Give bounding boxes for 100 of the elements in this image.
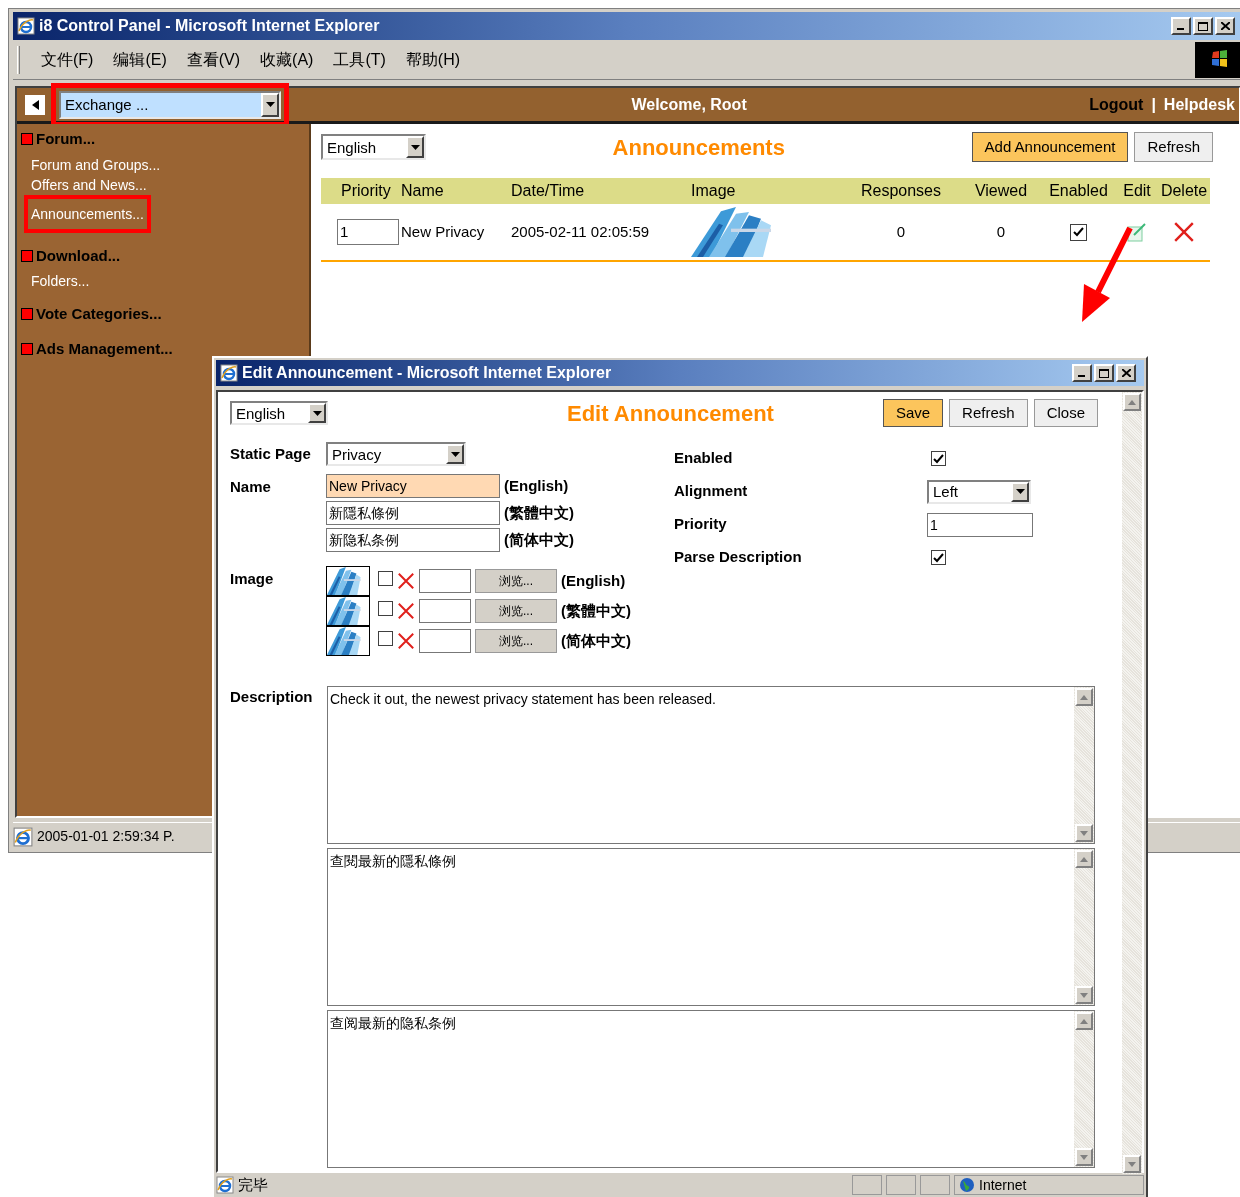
file-field[interactable] xyxy=(419,569,471,593)
section-heading[interactable]: Forum... xyxy=(36,128,96,151)
sidebar-link[interactable]: Offers and News... xyxy=(31,174,147,195)
alignment-select[interactable]: Left xyxy=(927,479,1031,504)
language-label: (English) xyxy=(504,475,569,496)
sidebar-link[interactable]: Announcements... xyxy=(24,194,151,233)
minimize-button[interactable] xyxy=(1072,364,1092,382)
status-text: 2005-01-01 2:59:34 P. xyxy=(37,827,175,846)
helpdesk-link[interactable]: Helpdesk xyxy=(1163,92,1239,117)
description-field[interactable]: 查阅最新的隐私条例 xyxy=(327,1010,1095,1168)
browser-icon xyxy=(216,1176,234,1194)
browser-icon xyxy=(13,826,33,847)
sidebar-link[interactable]: Folders... xyxy=(31,271,90,291)
static-page-select[interactable]: Privacy xyxy=(326,442,466,466)
collapse-button[interactable] xyxy=(25,94,45,115)
dialog-button[interactable]: Close xyxy=(1033,399,1098,427)
dialog-button[interactable]: Refresh xyxy=(949,399,1028,427)
down-arrow-icon xyxy=(1128,1161,1136,1167)
checkbox[interactable] xyxy=(378,571,393,586)
arrow-left-icon xyxy=(31,99,39,110)
up-arrow-icon xyxy=(1128,399,1136,405)
scroll-up-button[interactable] xyxy=(1075,1012,1093,1030)
zone-text: Internet xyxy=(979,1175,1027,1195)
section-heading[interactable]: Ads Management... xyxy=(36,337,173,360)
priority-field[interactable]: 1 xyxy=(337,219,399,245)
language-select[interactable]: English xyxy=(230,401,328,425)
menu-item[interactable]: 编辑(E) xyxy=(108,47,172,72)
close-button[interactable] xyxy=(1215,17,1235,35)
checkbox[interactable] xyxy=(378,601,393,616)
up-arrow-icon xyxy=(1080,856,1088,862)
scroll-up-button[interactable] xyxy=(1123,393,1141,411)
section-heading[interactable]: Download... xyxy=(36,244,121,267)
toolbar-button[interactable]: Refresh xyxy=(1134,132,1213,162)
scrollbar[interactable] xyxy=(1122,392,1142,1174)
field-label: Name xyxy=(230,477,272,497)
file-field[interactable] xyxy=(419,629,471,653)
menu-item[interactable]: 查看(V) xyxy=(181,47,246,72)
logout-link[interactable]: Logout xyxy=(1089,92,1144,117)
window-title: Edit Announcement - Microsoft Internet Explorer xyxy=(242,363,613,383)
checkbox[interactable] xyxy=(931,550,946,565)
checkbox[interactable] xyxy=(378,631,393,646)
close-icon xyxy=(1121,369,1131,377)
scroll-up-button[interactable] xyxy=(1075,688,1093,706)
toolbar-button[interactable]: Add Announcement xyxy=(971,132,1129,162)
scroll-up-button[interactable] xyxy=(1075,850,1093,868)
browse-button[interactable]: 浏览... xyxy=(475,569,557,593)
field-label: Alignment xyxy=(674,481,749,502)
window-title: i8 Control Panel - Microsoft Internet Explorer xyxy=(39,16,381,36)
checkbox[interactable] xyxy=(931,451,946,466)
dialog-button[interactable]: Save xyxy=(882,399,944,427)
description-field[interactable]: 查閱最新的隱私條例 xyxy=(327,848,1095,1006)
delete-icon[interactable] xyxy=(397,602,415,620)
menu-item[interactable]: 工具(T) xyxy=(328,47,391,72)
module-select[interactable]: Exchange ... xyxy=(59,90,281,119)
maximize-button[interactable] xyxy=(1094,364,1114,382)
status-pane xyxy=(886,1175,916,1195)
field-scrollbar[interactable] xyxy=(1074,1011,1094,1167)
language-label: (简体中文) xyxy=(504,529,574,550)
menu-item[interactable]: 文件(F) xyxy=(36,47,99,72)
edit-icon[interactable] xyxy=(1126,221,1148,243)
down-arrow-icon xyxy=(1080,1154,1088,1160)
caret-icon xyxy=(265,102,275,107)
delete-icon[interactable] xyxy=(397,572,415,590)
minimize-button[interactable] xyxy=(1171,17,1191,35)
section-bullet-icon xyxy=(21,249,33,262)
field-scrollbar[interactable] xyxy=(1074,849,1094,1005)
delete-icon[interactable] xyxy=(397,632,415,650)
column-header: Responses xyxy=(859,181,942,201)
section-bullet-icon xyxy=(21,308,33,321)
field-scrollbar[interactable] xyxy=(1074,687,1094,843)
menu-item[interactable]: 帮助(H) xyxy=(400,47,466,72)
browse-button[interactable]: 浏览... xyxy=(475,629,557,653)
name-field[interactable]: 新隱私條例 xyxy=(326,501,500,525)
name-field[interactable]: 新隐私条例 xyxy=(326,528,500,552)
browse-button[interactable]: 浏览... xyxy=(475,599,557,623)
logo-icon xyxy=(1195,41,1240,78)
delete-icon[interactable] xyxy=(1173,221,1195,243)
description-field[interactable]: Check it out, the newest privacy statement has been released. xyxy=(327,686,1095,844)
column-header: Priority xyxy=(340,181,392,201)
section-heading[interactable]: Vote Categories... xyxy=(36,303,162,326)
priority-field[interactable]: 1 xyxy=(927,512,1033,537)
section-bullet-icon xyxy=(21,133,33,146)
scroll-down-button[interactable] xyxy=(1075,1148,1093,1166)
language-label: (繁體中文) xyxy=(504,502,574,523)
table-cell-text: 2005-02-11 02:05:59 xyxy=(511,221,651,242)
sidebar-link[interactable]: Forum and Groups... xyxy=(31,154,161,175)
file-field[interactable] xyxy=(419,599,471,623)
checkbox[interactable] xyxy=(1070,223,1087,241)
menu-item[interactable]: 收藏(A) xyxy=(255,47,319,72)
dialog-heading: Edit Announcement xyxy=(565,399,775,428)
scroll-down-button[interactable] xyxy=(1123,1155,1141,1173)
close-icon xyxy=(1220,22,1230,30)
language-select[interactable]: English xyxy=(321,134,426,160)
maximize-button[interactable] xyxy=(1193,17,1213,35)
name-field[interactable]: New Privacy xyxy=(326,474,500,498)
field-label: Image xyxy=(230,569,275,589)
scroll-down-button[interactable] xyxy=(1075,824,1093,842)
up-arrow-icon xyxy=(1080,694,1088,700)
close-button[interactable] xyxy=(1116,364,1136,382)
scroll-down-button[interactable] xyxy=(1075,986,1093,1004)
